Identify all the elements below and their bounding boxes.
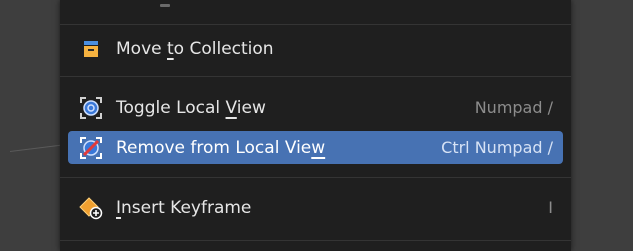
remove-local-view-icon (78, 135, 104, 161)
viewport-grid-line (9, 144, 66, 152)
menu-separator (60, 76, 571, 77)
menu-item-label: Insert Keyframe (116, 197, 252, 218)
menu-item-shortcut: I (548, 198, 553, 217)
menu-item-label: Remove from Local View (116, 137, 326, 158)
viewport-background-right (571, 0, 633, 251)
keyframe-add-icon (78, 195, 104, 221)
menu-item-move-to-collection[interactable]: Move to Collection (68, 32, 563, 65)
local-view-icon (78, 95, 104, 121)
menu-item-remove-from-local-view[interactable]: Remove from Local View Ctrl Numpad / (68, 131, 563, 164)
collection-icon (78, 36, 104, 62)
menu-separator (60, 240, 571, 241)
menu-separator (60, 177, 571, 178)
menu-item-shortcut: Ctrl Numpad / (441, 138, 553, 157)
menu-item-label: Move to Collection (116, 38, 274, 59)
menu-item-shortcut: Numpad / (474, 98, 553, 117)
menu-top-edge-mark (160, 4, 170, 7)
menu-item-label: Toggle Local View (116, 97, 266, 118)
menu-separator (60, 24, 571, 25)
menu-item-toggle-local-view[interactable]: Toggle Local View Numpad / (68, 91, 563, 124)
menu-item-insert-keyframe[interactable]: Insert Keyframe I (68, 191, 563, 224)
viewport-background-left (0, 0, 66, 251)
object-context-menu: Move to Collection Toggle Local View Num… (60, 0, 571, 251)
